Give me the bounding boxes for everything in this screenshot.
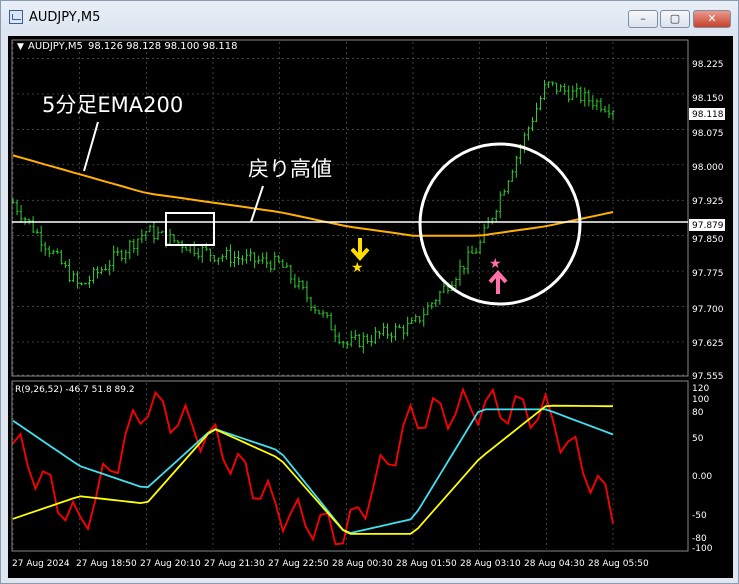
price-tick: 97.775 (692, 269, 724, 279)
main-panel-frame (11, 39, 689, 377)
time-axis: 27 Aug 2024 27 Aug 18:50 27 Aug 20:10 27… (12, 559, 649, 569)
ema-label-pointer (83, 121, 99, 172)
ema-label: 5分足EMA200 (42, 93, 183, 117)
close-icon: ✕ (707, 12, 717, 25)
time-tick: 28 Aug 00:30 (332, 559, 393, 569)
chart-window: AUDJPY,M5 – ▢ ✕ 5分足EMA200 戻り高値 ★ ★ ▼ AUD… (0, 0, 739, 584)
time-tick: 27 Aug 2024 (12, 559, 70, 569)
pullback-box (165, 212, 215, 246)
osc-tick: 120 (692, 384, 709, 394)
buy-star-icon: ★ (489, 256, 502, 272)
price-tick: 98.075 (692, 129, 724, 139)
maximize-button[interactable]: ▢ (660, 10, 690, 28)
line-price-label: 97.879 (692, 221, 724, 231)
time-tick: 27 Aug 18:50 (76, 559, 137, 569)
time-tick: 28 Aug 04:30 (524, 559, 585, 569)
price-tick: 97.555 (692, 372, 724, 382)
time-tick: 27 Aug 20:10 (140, 559, 201, 569)
maximize-icon: ▢ (669, 12, 681, 25)
chart-grid (12, 42, 688, 549)
sell-star-icon: ★ (351, 260, 364, 276)
chart-window-icon (9, 10, 23, 24)
time-tick: 27 Aug 21:30 (204, 559, 265, 569)
price-tick: 97.700 (692, 305, 724, 315)
oscillator-line-52 (12, 404, 613, 535)
time-tick: 27 Aug 22:50 (268, 559, 329, 569)
price-tick: 97.850 (692, 235, 724, 245)
time-tick: 28 Aug 01:50 (396, 559, 457, 569)
oscillator-lines (12, 387, 614, 546)
osc-tick: 0.00 (692, 472, 712, 482)
price-tick: 97.925 (692, 197, 724, 207)
symbol-label: AUDJPY,M5 (28, 41, 83, 52)
price-tick: 98.150 (692, 94, 724, 104)
price-tick: 98.225 (692, 60, 724, 70)
chart-canvas[interactable]: 5分足EMA200 戻り高値 ★ ★ ▼ AUDJPY,M5 98.126 98… (8, 36, 733, 578)
osc-tick: -80 (692, 534, 707, 544)
osc-tick: 80 (692, 408, 704, 418)
osc-tick: -50 (692, 511, 707, 521)
title-bar[interactable]: AUDJPY,M5 – ▢ ✕ (1, 1, 738, 35)
price-tick: 98.000 (692, 163, 724, 173)
minimize-icon: – (640, 12, 646, 25)
time-tick: 28 Aug 05:50 (588, 559, 649, 569)
oscillator-line-9 (12, 387, 614, 546)
dropdown-triangle-icon[interactable]: ▼ (17, 42, 24, 52)
time-tick: 28 Aug 03:10 (460, 559, 521, 569)
ohlc-readout: 98.126 98.128 98.100 98.118 (88, 41, 238, 52)
sell-arrow-icon (350, 238, 370, 262)
current-price-label: 98.118 (692, 110, 724, 120)
close-button[interactable]: ✕ (693, 10, 731, 28)
price-tick: 97.625 (692, 339, 724, 349)
osc-tick: 50 (692, 434, 704, 444)
osc-tick: -100 (692, 544, 713, 554)
minimize-button[interactable]: – (628, 10, 658, 28)
window-title: AUDJPY,M5 (29, 10, 101, 25)
pullback-label: 戻り高値 (248, 157, 332, 181)
candle-series (11, 79, 615, 354)
osc-tick: 100 (692, 395, 709, 405)
pullback-label-pointer (250, 185, 264, 223)
oscillator-line-26 (12, 408, 614, 534)
buy-arrow-icon (488, 269, 508, 294)
oscillator-axis: 120 100 80 50 0.00 -50 -80 -100 (692, 384, 713, 554)
price-chart[interactable]: 5分足EMA200 戻り高値 ★ ★ ▼ AUDJPY,M5 98.126 98… (8, 36, 733, 578)
oscillator-label: R(9,26,52) -46.7 51.8 89.2 (15, 385, 135, 395)
